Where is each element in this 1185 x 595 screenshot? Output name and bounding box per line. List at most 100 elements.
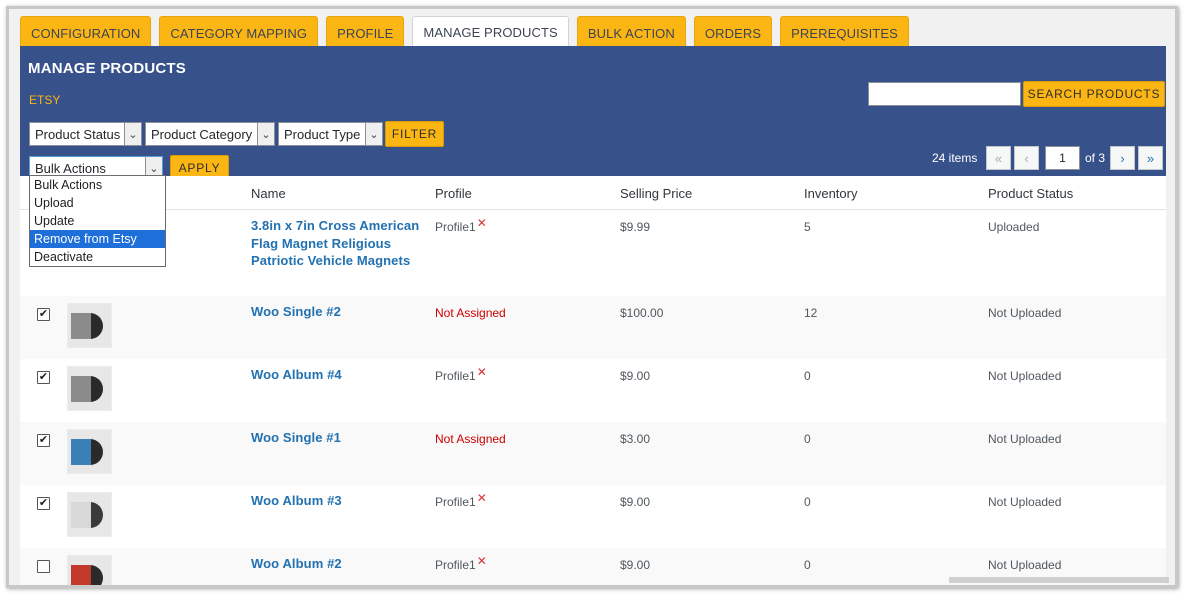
close-x-icon[interactable]: ✕ — [477, 554, 487, 568]
total-pages: of 3 — [1085, 151, 1106, 165]
product-thumbnail[interactable] — [67, 555, 112, 585]
close-x-icon[interactable]: ✕ — [477, 365, 487, 379]
product-status-cell: Not Uploaded — [988, 495, 1062, 509]
profile-cell: Not Assigned — [435, 306, 506, 320]
chevron-down-icon: ⌄ — [257, 123, 274, 145]
tab-prerequisites[interactable]: PREREQUISITES — [780, 16, 909, 49]
tab-category-mapping[interactable]: CATEGORY MAPPING — [159, 16, 319, 49]
chevron-down-icon: ⌄ — [365, 123, 382, 145]
inventory-cell: 0 — [804, 369, 811, 383]
product-name-link[interactable]: Woo Album #2 — [251, 555, 342, 573]
profile-value[interactable]: Profile1 — [435, 495, 476, 509]
table-row: 3.8in x 7in Cross American Flag Magnet Re… — [20, 210, 1166, 296]
product-thumbnail[interactable] — [67, 429, 112, 474]
close-x-icon[interactable]: ✕ — [477, 491, 487, 505]
current-page-input[interactable]: 1 — [1045, 146, 1080, 170]
next-page-button[interactable]: › — [1110, 146, 1135, 170]
product-status-select[interactable]: Product Status ⌄ — [29, 122, 142, 146]
bulk-option-remove-from-etsy[interactable]: Remove from Etsy — [30, 230, 165, 248]
row-checkbox[interactable]: ✔ — [37, 308, 50, 321]
inventory-cell: 0 — [804, 558, 811, 572]
product-name-line: Woo Album #4 — [251, 367, 342, 382]
row-checkbox[interactable]: ✔ — [37, 371, 50, 384]
profile-cell: Profile1✕ — [435, 216, 487, 234]
tab-bar: CONFIGURATION CATEGORY MAPPING PROFILE MANA… — [20, 16, 917, 49]
last-page-button[interactable]: » — [1138, 146, 1163, 170]
product-name-line: Patriotic Vehicle Magnets — [251, 253, 411, 268]
profile-value: Not Assigned — [435, 306, 506, 320]
horizontal-scrollbar[interactable] — [949, 577, 1169, 583]
column-name[interactable]: Name — [251, 186, 286, 201]
product-name-link[interactable]: Woo Single #1 — [251, 429, 341, 447]
product-name-link[interactable]: Woo Album #4 — [251, 366, 342, 384]
selling-price-cell: $9.00 — [620, 369, 651, 383]
row-checkbox[interactable]: ✔ — [37, 497, 50, 510]
product-status-cell: Not Uploaded — [988, 558, 1062, 572]
product-category-select[interactable]: Product Category ⌄ — [145, 122, 275, 146]
product-name-link[interactable]: Woo Album #3 — [251, 492, 342, 510]
table-row: ✔ Woo Single #1 Not Assigned $3.00 0 Not Uplo… — [20, 422, 1166, 485]
filter-button[interactable]: FILTER — [385, 121, 444, 147]
app-frame: CONFIGURATION CATEGORY MAPPING PROFILE MANA… — [6, 6, 1178, 588]
bulk-option-upload[interactable]: Upload — [30, 194, 165, 212]
bulk-option-deactivate[interactable]: Deactivate — [30, 248, 165, 266]
product-status-cell: Uploaded — [988, 220, 1040, 234]
products-table: Name Profile Selling Price Inventory Pro… — [20, 176, 1166, 585]
profile-value: Not Assigned — [435, 432, 506, 446]
product-thumbnail[interactable] — [67, 303, 112, 348]
product-name-line: Woo Album #3 — [251, 493, 342, 508]
tab-profile[interactable]: PROFILE — [326, 16, 405, 49]
profile-value[interactable]: Profile1 — [435, 220, 476, 234]
marketplace-label: ETSY — [29, 93, 61, 107]
tab-orders[interactable]: ORDERS — [693, 16, 773, 49]
row-checkbox[interactable]: ✔ — [37, 434, 50, 447]
product-name-line: Woo Single #2 — [251, 304, 341, 319]
profile-value[interactable]: Profile1 — [435, 369, 476, 383]
search-products-button[interactable]: SEARCH PRODUCTS — [1023, 81, 1165, 107]
table-row: ✔ Woo Album #3 Profile1✕ $9.00 0 Not Uploaded — [20, 485, 1166, 548]
product-thumbnail[interactable] — [67, 492, 112, 537]
profile-cell: Profile1✕ — [435, 491, 487, 509]
tab-manage-products[interactable]: MANAGE PRODUCTS — [412, 16, 569, 48]
bulk-actions-dropdown: Bulk Actions Upload Update Remove from Etsy… — [29, 175, 166, 267]
tab-configuration[interactable]: CONFIGURATION — [20, 16, 152, 49]
inventory-cell: 0 — [804, 432, 811, 446]
selling-price-cell: $3.00 — [620, 432, 651, 446]
product-status-cell: Not Uploaded — [988, 306, 1062, 320]
search-input[interactable] — [868, 82, 1021, 106]
product-name-link[interactable]: 3.8in x 7in Cross American Flag Magnet Re… — [251, 217, 419, 270]
profile-cell: Not Assigned — [435, 432, 506, 446]
product-type-select[interactable]: Product Type ⌄ — [278, 122, 383, 146]
column-profile[interactable]: Profile — [435, 186, 472, 201]
close-x-icon[interactable]: ✕ — [477, 216, 487, 230]
profile-value[interactable]: Profile1 — [435, 558, 476, 572]
table-row: ✔ Woo Album #4 Profile1✕ $9.00 0 Not Uploaded — [20, 359, 1166, 422]
items-count: 24 items — [932, 151, 978, 165]
row-checkbox[interactable] — [37, 560, 50, 573]
product-name-line: Woo Album #2 — [251, 556, 342, 571]
selling-price-cell: $100.00 — [620, 306, 664, 320]
first-page-button[interactable]: « — [986, 146, 1011, 170]
inventory-cell: 5 — [804, 220, 811, 234]
product-status-cell: Not Uploaded — [988, 432, 1062, 446]
bulk-option-bulk-actions[interactable]: Bulk Actions — [30, 176, 165, 194]
profile-cell: Profile1✕ — [435, 554, 487, 572]
product-status-cell: Not Uploaded — [988, 369, 1062, 383]
product-name-line: Woo Single #1 — [251, 430, 341, 445]
column-product-status[interactable]: Product Status — [988, 186, 1073, 201]
column-selling-price[interactable]: Selling Price — [620, 186, 692, 201]
product-name-link[interactable]: Woo Single #2 — [251, 303, 341, 321]
product-thumbnail[interactable] — [67, 366, 112, 411]
table-row: ✔ Woo Single #2 Not Assigned $100.00 12 Not U… — [20, 296, 1166, 359]
tab-bulk-action[interactable]: BULK ACTION — [576, 16, 686, 49]
product-type-value: Product Type — [284, 126, 361, 142]
bulk-actions-value: Bulk Actions — [35, 160, 106, 176]
inventory-cell: 0 — [804, 495, 811, 509]
column-inventory[interactable]: Inventory — [804, 186, 857, 201]
prev-page-button[interactable]: ‹ — [1014, 146, 1039, 170]
bulk-option-update[interactable]: Update — [30, 212, 165, 230]
product-name-line: 3.8in x 7in Cross American — [251, 218, 420, 233]
selling-price-cell: $9.00 — [620, 495, 651, 509]
profile-cell: Profile1✕ — [435, 365, 487, 383]
product-name-line: Flag Magnet Religious — [251, 235, 392, 251]
